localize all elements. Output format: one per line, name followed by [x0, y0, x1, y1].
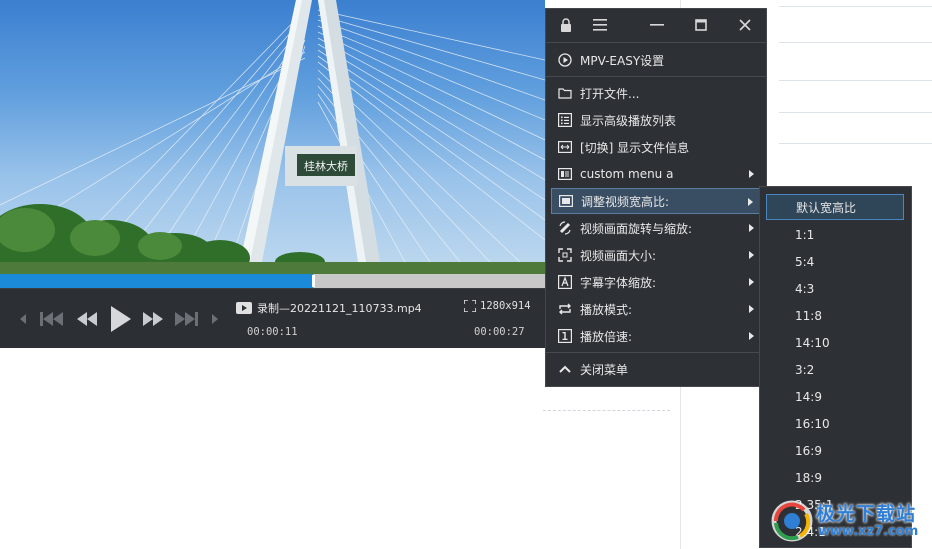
seek-bar-handle[interactable]	[312, 275, 316, 287]
menu-item-close-menu[interactable]: 关闭菜单	[551, 356, 762, 382]
control-bar: 录制—20221121_110733.mp4 00:00:11 1280x914…	[0, 288, 545, 348]
aspect-option-16-9[interactable]: 16:9	[766, 438, 904, 464]
aspect-option-3-2[interactable]: 3:2	[766, 357, 904, 383]
menu-item-label: 视频画面旋转与缩放:	[580, 221, 693, 236]
context-menu: MPV-EASY设置 打开文件... 显示高级播放列表 [切换] 显示文件信息 …	[545, 8, 767, 387]
submenu-arrow-icon	[749, 170, 754, 178]
fullscreen-icon	[464, 300, 476, 312]
aspect-option-14-10[interactable]: 14:10	[766, 330, 904, 356]
rewind-icon[interactable]	[74, 309, 100, 329]
maximize-icon[interactable]	[683, 9, 719, 41]
file-name: 录制—20221121_110733.mp4	[257, 302, 422, 315]
fast-forward-icon[interactable]	[140, 309, 166, 329]
chevron-up-icon	[558, 362, 572, 376]
aspect-option-11-8[interactable]: 11:8	[766, 303, 904, 329]
watermark-url: www.xz7.com	[818, 524, 919, 539]
aspect-option-14-9[interactable]: 14:9	[766, 384, 904, 410]
background-divider	[779, 6, 932, 7]
aspect-option-5-4[interactable]: 5:4	[766, 249, 904, 275]
list-icon	[558, 113, 572, 127]
menu-item-label: MPV-EASY设置	[580, 53, 665, 68]
watermark: 极光下载站 www.xz7.com	[770, 497, 930, 547]
menu-item-label: 调整视频宽高比:	[581, 194, 670, 209]
folder-icon	[558, 86, 572, 100]
aspect-option-1-1[interactable]: 1:1	[766, 222, 904, 248]
seek-bar-fill	[0, 274, 314, 288]
menu-item-video-size[interactable]: 视频画面大小:	[551, 242, 762, 268]
resolution-info: 1280x914	[464, 300, 531, 312]
background-divider	[779, 42, 932, 43]
submenu-arrow-icon	[749, 251, 754, 259]
hamburger-menu-icon[interactable]	[582, 9, 618, 41]
background-divider	[779, 143, 932, 144]
font-icon	[558, 275, 572, 289]
rotate-icon	[558, 221, 572, 235]
aspect-ratio-submenu: 默认宽高比 1:1 5:4 4:3 11:8 14:10 3:2 14:9 16…	[759, 186, 912, 548]
menu-item-file-info[interactable]: [切换] 显示文件信息	[551, 134, 762, 160]
minimize-icon[interactable]	[639, 9, 675, 41]
menu-item-label: 打开文件...	[580, 86, 640, 101]
skip-next-icon[interactable]	[172, 309, 200, 329]
background-divider	[779, 112, 932, 113]
watermark-logo-icon	[771, 500, 813, 542]
speed-icon	[558, 329, 572, 343]
bridge-scene: 桂林大桥	[0, 0, 545, 274]
skip-previous-icon[interactable]	[38, 309, 66, 329]
aspect-option-default[interactable]: 默认宽高比	[766, 194, 904, 220]
lock-icon[interactable]	[548, 9, 584, 41]
resize-icon	[558, 248, 572, 262]
next-chapter-icon[interactable]	[208, 311, 222, 327]
menu-separator	[546, 352, 766, 353]
background-dashed-divider	[543, 410, 670, 411]
menu-item-label: 关闭菜单	[580, 362, 629, 377]
menu-item-custom-menu[interactable]: custom menu a	[551, 161, 762, 187]
menu-item-label: [切换] 显示文件信息	[580, 140, 690, 155]
menu-separator	[546, 42, 766, 43]
file-info: 录制—20221121_110733.mp4	[236, 300, 422, 316]
menu-item-speed[interactable]: 播放倍速:	[551, 323, 762, 349]
menu-item-subtitle-scale[interactable]: 字幕字体缩放:	[551, 269, 762, 295]
video-frame[interactable]: 桂林大桥	[0, 0, 545, 274]
menu-titlebar	[546, 9, 766, 41]
submenu-arrow-icon	[749, 305, 754, 313]
background-divider	[779, 80, 932, 81]
menu-item-aspect-ratio[interactable]: 调整视频宽高比:	[551, 188, 762, 214]
menu-item-label: 视频画面大小:	[580, 248, 657, 263]
toggle-info-icon	[558, 140, 572, 154]
submenu-arrow-icon	[748, 198, 753, 206]
menu-item-label: 字幕字体缩放:	[580, 275, 657, 290]
time-total: 00:00:27	[474, 326, 525, 338]
submenu-arrow-icon	[749, 224, 754, 232]
play-icon[interactable]	[106, 305, 136, 333]
custom-menu-icon	[558, 167, 572, 181]
time-current: 00:00:11	[247, 326, 298, 338]
menu-item-label: 播放模式:	[580, 302, 633, 317]
bridge-sign-text: 桂林大桥	[304, 159, 348, 173]
menu-separator	[546, 76, 766, 77]
repeat-icon	[558, 302, 572, 316]
menu-item-label: 播放倍速:	[580, 329, 633, 344]
menu-item-rotate-zoom[interactable]: 视频画面旋转与缩放:	[551, 215, 762, 241]
menu-item-playlist[interactable]: 显示高级播放列表	[551, 107, 762, 133]
menu-item-open-file[interactable]: 打开文件...	[551, 80, 762, 106]
close-icon[interactable]	[727, 9, 763, 41]
seek-bar[interactable]	[0, 274, 545, 288]
menu-item-settings[interactable]: MPV-EASY设置	[551, 47, 762, 73]
menu-item-play-mode[interactable]: 播放模式:	[551, 296, 762, 322]
aspect-option-16-10[interactable]: 16:10	[766, 411, 904, 437]
menu-item-label: custom menu a	[580, 167, 674, 181]
aspect-option-4-3[interactable]: 4:3	[766, 276, 904, 302]
video-file-icon	[236, 302, 252, 314]
resolution-text: 1280x914	[480, 300, 531, 312]
menu-item-label: 显示高级播放列表	[580, 113, 677, 128]
watermark-name: 极光下载站	[816, 503, 917, 525]
aspect-option-18-9[interactable]: 18:9	[766, 465, 904, 491]
prev-chapter-icon[interactable]	[16, 311, 30, 327]
submenu-arrow-icon	[749, 332, 754, 340]
play-circle-icon	[558, 53, 572, 67]
aspect-ratio-icon	[559, 194, 573, 208]
submenu-arrow-icon	[749, 278, 754, 286]
